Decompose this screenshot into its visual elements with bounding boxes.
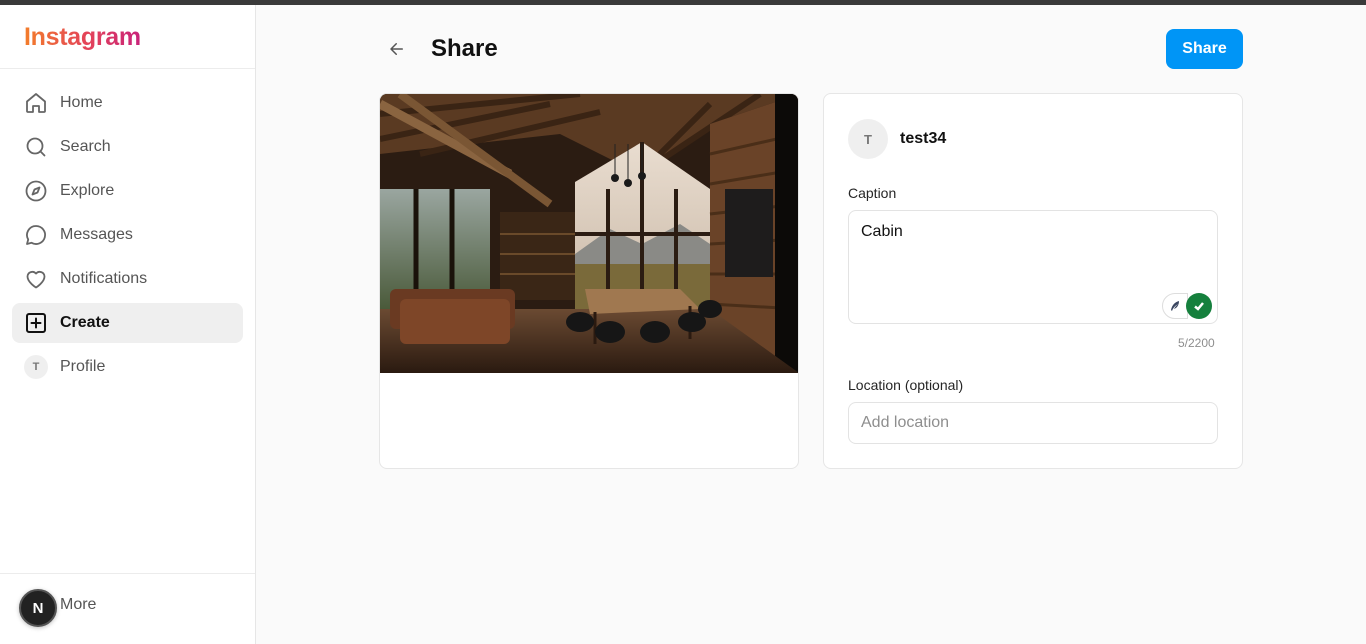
post-image <box>380 94 798 373</box>
sidebar-item-label: Home <box>60 94 103 111</box>
sidebar-item-label: Profile <box>60 358 106 375</box>
profile-initial: T <box>24 355 48 379</box>
sidebar-item-label: Create <box>60 314 110 331</box>
location-input[interactable] <box>848 402 1218 444</box>
search-icon <box>24 135 48 159</box>
location-label: Location (optional) <box>848 377 964 393</box>
floating-badge[interactable]: N <box>19 589 57 627</box>
feather-icon[interactable] <box>1162 293 1188 319</box>
sidebar-item-label: Explore <box>60 182 115 199</box>
arrow-left-icon <box>390 43 403 55</box>
caption-label: Caption <box>848 185 897 201</box>
divider <box>0 573 255 574</box>
check-icon[interactable] <box>1186 293 1212 319</box>
sidebar-item-home[interactable]: Home <box>12 83 243 123</box>
compass-icon <box>24 179 48 203</box>
share-button[interactable]: Share <box>1166 29 1243 69</box>
back-button[interactable] <box>386 38 408 60</box>
sidebar-item-messages[interactable]: Messages <box>12 215 243 255</box>
image-preview-card <box>379 93 799 469</box>
sidebar-item-notifications[interactable]: Notifications <box>12 259 243 299</box>
sidebar-nav: Home Search Explore Messages Notificatio… <box>12 83 243 391</box>
sidebar: Instagram Home Search Explore Messages N… <box>0 5 256 644</box>
character-counter: 5/2200 <box>1178 336 1215 350</box>
sidebar-item-create[interactable]: Create <box>12 303 243 343</box>
sidebar-item-more[interactable]: More <box>60 596 96 614</box>
post-details-card: T test34 Caption Cabin 5/2200 Location (… <box>823 93 1243 469</box>
instagram-logo[interactable]: Instagram <box>24 23 141 52</box>
sidebar-item-label: Search <box>60 138 111 155</box>
heart-icon <box>24 267 48 291</box>
sidebar-item-profile[interactable]: T Profile <box>12 347 243 387</box>
avatar: T <box>848 119 888 159</box>
plus-square-icon <box>24 311 48 335</box>
page-title: Share <box>431 35 498 62</box>
sidebar-item-label: Messages <box>60 226 133 243</box>
grammar-extension-widget[interactable] <box>1162 293 1212 319</box>
sidebar-item-label: Notifications <box>60 270 148 287</box>
home-icon <box>24 91 48 115</box>
sidebar-item-explore[interactable]: Explore <box>12 171 243 211</box>
avatar: T <box>24 355 48 379</box>
divider <box>0 68 255 69</box>
sidebar-item-search[interactable]: Search <box>12 127 243 167</box>
username: test34 <box>900 130 947 147</box>
message-icon <box>24 223 48 247</box>
